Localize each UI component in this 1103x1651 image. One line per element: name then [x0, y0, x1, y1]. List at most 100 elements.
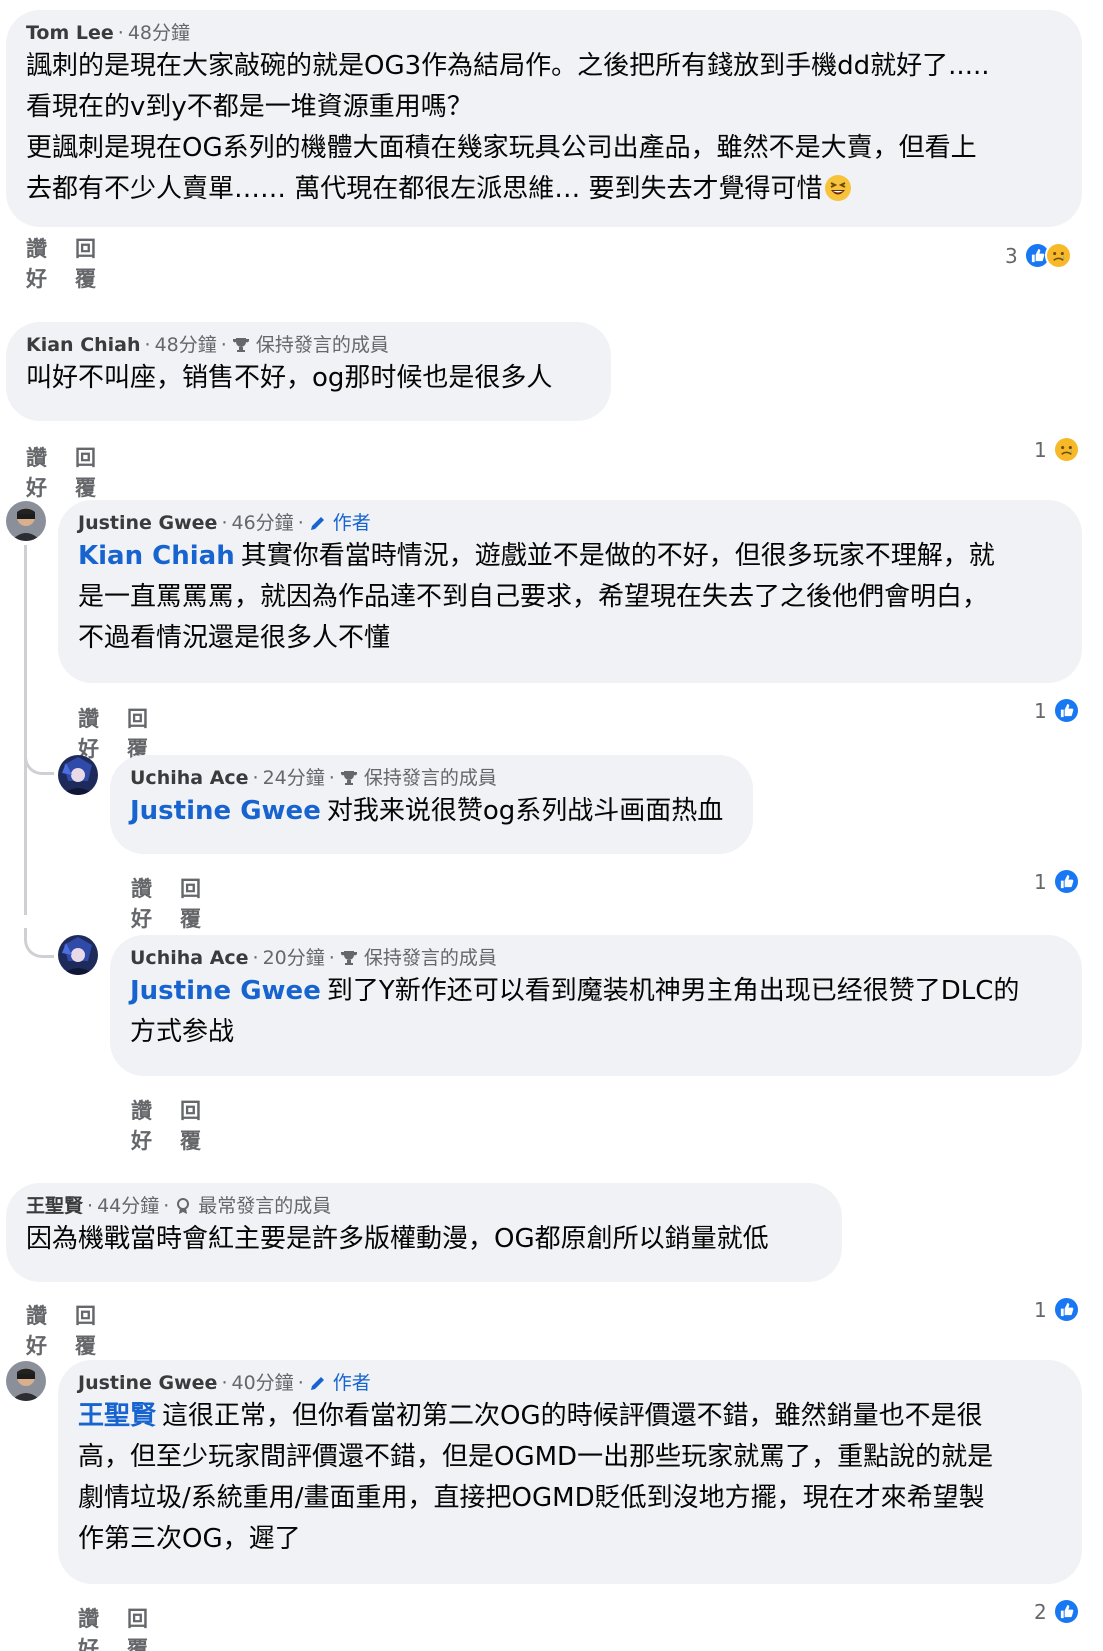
- comment-meta: 王聖賢 · 44分鐘 · 最常發言的成員: [26, 1193, 332, 1219]
- avatar[interactable]: [6, 501, 46, 541]
- like-icon: [1052, 1598, 1080, 1625]
- reply-button[interactable]: 回覆: [75, 1300, 96, 1360]
- comment-time[interactable]: 20分鐘: [263, 945, 325, 971]
- avatar[interactable]: [58, 935, 98, 975]
- trophy-icon: [232, 338, 249, 352]
- comment-author[interactable]: 王聖賢: [26, 1193, 83, 1219]
- thread-line: [24, 545, 27, 915]
- comment-bubble: 王聖賢 · 44分鐘 · 最常發言的成員 因為機戰當時會紅主要是許多版權動漫，O…: [6, 1183, 842, 1282]
- reply-button[interactable]: 回覆: [127, 1603, 148, 1651]
- medal-icon: [177, 1198, 190, 1214]
- reaction-count: 1: [1034, 1297, 1047, 1322]
- like-icon: [1052, 697, 1080, 724]
- reply-button[interactable]: 回覆: [75, 233, 96, 293]
- comment-time[interactable]: 46分鐘: [232, 510, 294, 536]
- comment-meta: Justine Gwee · 40分鐘 · 作者: [78, 1370, 371, 1396]
- comment-line: 方式参战: [130, 1017, 235, 1047]
- author-badge: 作者: [332, 1372, 371, 1394]
- comment-text: Justine Gwee 到了Y新作还可以看到魔装机神男主角出现已经很赞了DLC的…: [130, 971, 1060, 1053]
- sad-face-icon: [1044, 242, 1072, 269]
- reply-button[interactable]: 回覆: [75, 442, 96, 502]
- reaction-summary[interactable]: 1: [1034, 1296, 1080, 1323]
- comment-author[interactable]: Justine Gwee: [78, 1370, 217, 1396]
- comment-line: 作第三次OG，遲了: [78, 1524, 301, 1554]
- reaction-count: 2: [1034, 1599, 1047, 1624]
- comment-line: 王聖賢 這很正常，但你看當初第二次OG的時候評價還不錯，雖然銷量也不是很: [78, 1401, 983, 1431]
- reply-button[interactable]: 回覆: [127, 703, 148, 763]
- comment-time[interactable]: 48分鐘: [155, 332, 217, 358]
- comment-line: 叫好不叫座，销售不好，og那时候也是很多人: [26, 363, 553, 393]
- comment-time[interactable]: 40分鐘: [232, 1370, 294, 1396]
- comment-actions: 讚好 回覆: [78, 1603, 148, 1651]
- comment-line: 更諷刺是現在OG系列的機體大面積在幾家玩具公司出產品，雖然不是大賣，但看上: [26, 133, 977, 163]
- comment-meta: Uchiha Ace · 20分鐘 · 保持發言的成員: [130, 945, 497, 971]
- comment-line: 因為機戰當時會紅主要是許多版權動漫，OG都原創所以銷量就低: [26, 1224, 769, 1254]
- author-badge: 作者: [332, 512, 371, 534]
- comment-author[interactable]: Kian Chiah: [26, 332, 141, 358]
- comment-meta: Uchiha Ace · 24分鐘 · 保持發言的成員: [130, 765, 497, 791]
- mention-link[interactable]: Justine Gwee: [130, 796, 321, 826]
- comment-line: 高，但至少玩家間評價還不錯，但是OGMD一出那些玩家就罵了，重點說的就是: [78, 1442, 994, 1472]
- comment-time[interactable]: 44分鐘: [97, 1193, 159, 1219]
- like-button[interactable]: 讚好: [131, 1095, 152, 1155]
- trophy-icon: [340, 771, 357, 785]
- reaction-count: 1: [1034, 698, 1047, 723]
- comment-text: 諷刺的是現在大家敲碗的就是OG3作為結局作。之後把所有錢放到手機dd就好了...…: [26, 46, 1060, 210]
- member-badge: 保持發言的成員: [363, 947, 497, 969]
- comment-actions: 讚好 回覆: [26, 233, 96, 293]
- comment-author[interactable]: Uchiha Ace: [130, 945, 249, 971]
- like-icon: [1052, 868, 1080, 895]
- sad-face-icon: [1052, 436, 1080, 463]
- comment-actions: 讚好 回覆: [131, 873, 201, 933]
- comment-author[interactable]: Tom Lee: [26, 20, 114, 46]
- trophy-icon: [340, 951, 357, 965]
- comment-line: Justine Gwee 对我来说很赞og系列战斗画面热血: [130, 796, 724, 826]
- like-button[interactable]: 讚好: [26, 1300, 47, 1360]
- mention-link[interactable]: Justine Gwee: [130, 976, 321, 1006]
- comment-actions: 讚好 回覆: [26, 442, 96, 502]
- pencil-icon: [310, 517, 324, 530]
- comment-actions: 讚好 回覆: [131, 1095, 201, 1155]
- comment-text: 因為機戰當時會紅主要是許多版權動漫，OG都原創所以銷量就低: [26, 1219, 820, 1260]
- mention-link[interactable]: 王聖賢: [78, 1401, 156, 1431]
- mention-link[interactable]: Kian Chiah: [78, 541, 235, 571]
- comment-line: 劇情垃圾/系統重用/畫面重用，直接把OGMD貶低到沒地方擺，現在才來希望製: [78, 1483, 985, 1513]
- comment-bubble: Justine Gwee · 40分鐘 · 作者 王聖賢 這很正常，但你看當初第二…: [58, 1360, 1082, 1584]
- pencil-icon: [310, 1377, 324, 1390]
- comment-meta: Tom Lee · 48分鐘: [26, 20, 191, 46]
- comment-author[interactable]: Uchiha Ace: [130, 765, 249, 791]
- like-button[interactable]: 讚好: [78, 1603, 99, 1651]
- comment-time[interactable]: 24分鐘: [263, 765, 325, 791]
- reply-button[interactable]: 回覆: [180, 1095, 201, 1155]
- comment-bubble: Uchiha Ace · 20分鐘 · 保持發言的成員 Justine Gwee…: [110, 935, 1082, 1076]
- comment-meta: Justine Gwee · 46分鐘 · 作者: [78, 510, 371, 536]
- comment-text: 王聖賢 這很正常，但你看當初第二次OG的時候評價還不錯，雖然銷量也不是很 高，但至…: [78, 1396, 1060, 1560]
- reply-button[interactable]: 回覆: [180, 873, 201, 933]
- like-button[interactable]: 讚好: [26, 233, 47, 293]
- comment-line: 諷刺的是現在大家敲碗的就是OG3作為結局作。之後把所有錢放到手機dd就好了...…: [26, 51, 990, 81]
- grinning-squinting-face-icon: [824, 175, 851, 201]
- reaction-summary[interactable]: 3: [1005, 242, 1072, 269]
- reaction-summary[interactable]: 1: [1034, 697, 1080, 724]
- avatar[interactable]: [58, 755, 98, 795]
- comment-bubble: Kian Chiah · 48分鐘 · 保持發言的成員 叫好不叫座，销售不好，o…: [6, 322, 611, 421]
- like-button[interactable]: 讚好: [131, 873, 152, 933]
- comment-bubble: Justine Gwee · 46分鐘 · 作者 Kian Chiah 其實你看當…: [58, 500, 1082, 683]
- like-button[interactable]: 讚好: [26, 442, 47, 502]
- reaction-summary[interactable]: 2: [1034, 1598, 1080, 1625]
- comment-time[interactable]: 48分鐘: [128, 20, 190, 46]
- member-badge: 最常發言的成員: [198, 1195, 332, 1217]
- avatar[interactable]: [6, 1361, 46, 1401]
- member-badge: 保持發言的成員: [255, 334, 389, 356]
- comment-actions: 讚好 回覆: [78, 703, 148, 763]
- comment-author[interactable]: Justine Gwee: [78, 510, 217, 536]
- comment-text: Kian Chiah 其實你看當時情況，遊戲並不是做的不好，但很多玩家不理解，就 …: [78, 536, 1060, 659]
- like-icon: [1052, 1296, 1080, 1323]
- comment-text: 叫好不叫座，销售不好，og那时候也是很多人: [26, 358, 589, 399]
- reaction-summary[interactable]: 1: [1034, 436, 1080, 463]
- comment-bubble: Tom Lee · 48分鐘 諷刺的是現在大家敲碗的就是OG3作為結局作。之後把…: [6, 10, 1082, 227]
- like-button[interactable]: 讚好: [78, 703, 99, 763]
- reaction-summary[interactable]: 1: [1034, 868, 1080, 895]
- comment-line: Kian Chiah 其實你看當時情況，遊戲並不是做的不好，但很多玩家不理解，就: [78, 541, 995, 571]
- member-badge: 保持發言的成員: [363, 767, 497, 789]
